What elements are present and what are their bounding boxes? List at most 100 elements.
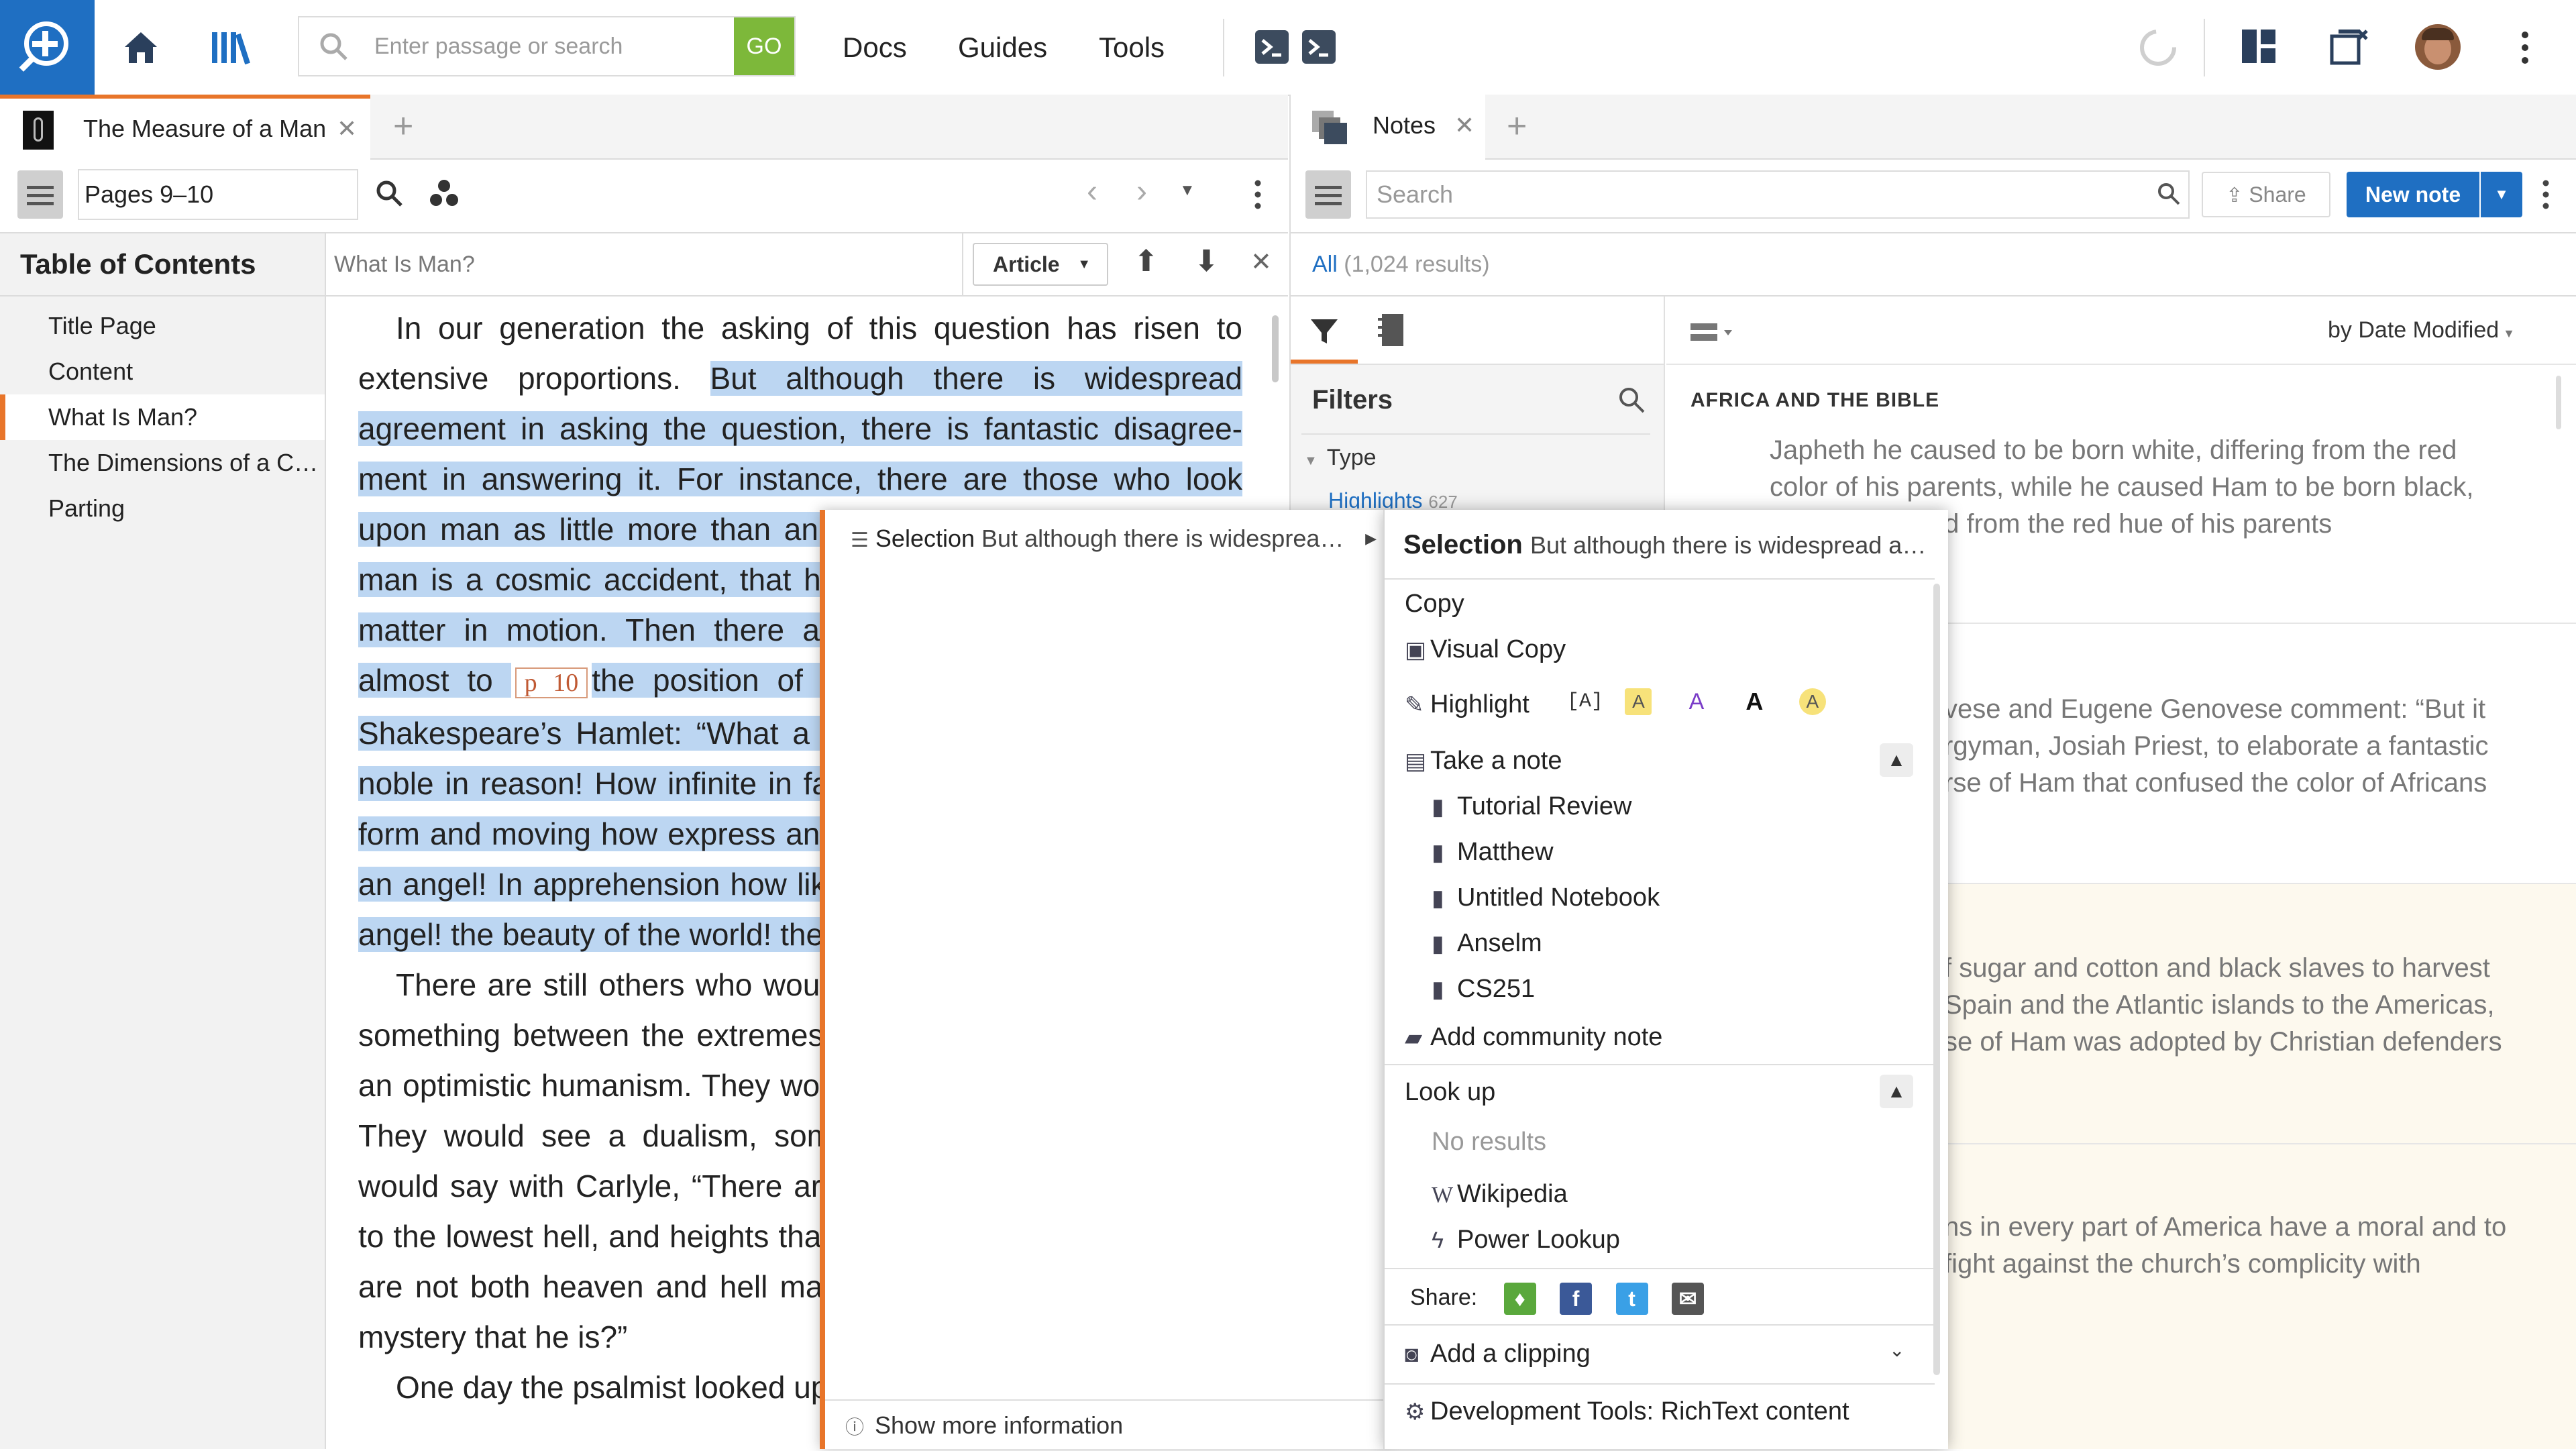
type-filter-group[interactable]: ▼ Type <box>1304 439 1377 480</box>
search-icon[interactable] <box>374 178 404 208</box>
notebook-untitled[interactable]: ▮ Untitled Notebook <box>1432 875 1660 920</box>
facebook-icon[interactable]: f <box>1560 1283 1593 1315</box>
sync-icon[interactable] <box>2137 27 2179 68</box>
reference-input[interactable]: Pages 9–10 <box>78 169 358 220</box>
notes-search-input[interactable]: Search <box>1366 170 2190 219</box>
add-tab-icon[interactable]: + <box>1507 95 1527 158</box>
notebook-label: Matthew <box>1457 838 1554 866</box>
show-more-info-link[interactable]: ⓘ Show more information <box>845 1402 1123 1451</box>
view-mode-icon[interactable] <box>1689 319 1737 346</box>
chevron-up-icon[interactable]: ▲ <box>1880 1075 1913 1108</box>
passage-search-box[interactable]: Enter passage or search GO <box>298 16 796 76</box>
notebook-icon[interactable] <box>1377 313 1406 347</box>
notebook-tutorial-review[interactable]: ▮ Tutorial Review <box>1432 784 1631 829</box>
more-options-icon[interactable] <box>2518 30 2532 66</box>
panel-menu-button[interactable] <box>17 170 63 219</box>
avatar[interactable] <box>2415 24 2461 70</box>
more-options-icon[interactable] <box>2541 178 2551 211</box>
highlight-style-bold[interactable]: A <box>1741 688 1768 715</box>
notebook-anselm[interactable]: ▮ Anselm <box>1432 920 1542 966</box>
filter-icon[interactable] <box>1309 317 1339 346</box>
lookup-no-results: No results <box>1432 1128 1547 1156</box>
toc-item-what-is-man[interactable]: What Is Man? <box>0 394 325 440</box>
tab-notes[interactable]: Notes ✕ <box>1291 95 1485 160</box>
menu-add-community-note[interactable]: ▰ Add community note <box>1405 1014 1662 1060</box>
selection-popup: ☰ Selection But although there is widesp… <box>820 510 1389 1449</box>
close-tab-icon[interactable]: ✕ <box>337 99 357 159</box>
nav-docs[interactable]: Docs <box>843 0 907 95</box>
find-input[interactable]: What Is Man? <box>334 233 475 295</box>
menu-add-clipping[interactable]: ◙ Add a clipping <box>1405 1331 1591 1377</box>
notebook-label: Tutorial Review <box>1457 792 1632 820</box>
library-icon[interactable] <box>209 27 254 67</box>
terminal-icon[interactable] <box>1254 30 1289 64</box>
menu-copy-label: Copy <box>1405 590 1464 618</box>
nav-tools[interactable]: Tools <box>1099 0 1165 95</box>
go-button[interactable]: GO <box>734 17 794 75</box>
notebook-icon: ▮ <box>1432 840 1444 865</box>
panel-menu-icon[interactable] <box>2329 27 2369 67</box>
highlight-style-marker[interactable]: A <box>1799 688 1826 715</box>
menu-dev-tools[interactable]: ⚙ Development Tools: RichText content <box>1405 1389 1849 1434</box>
highlight-style-yellow[interactable]: A <box>1625 688 1652 715</box>
wikipedia-label: Wikipedia <box>1457 1180 1568 1208</box>
menu-copy[interactable]: Copy <box>1405 581 1464 627</box>
close-tab-icon[interactable]: ✕ <box>1454 95 1474 156</box>
previous-match-icon[interactable]: ⬆ <box>1134 244 1159 278</box>
lookup-wikipedia[interactable]: W Wikipedia <box>1432 1171 1568 1217</box>
type-label: Type <box>1326 445 1377 470</box>
tab-measure-of-a-man[interactable]: The Measure of a Man ✕ <box>0 95 370 160</box>
menu-scrollbar[interactable] <box>1933 584 1940 1375</box>
share-button[interactable]: ⇪ Share <box>2202 172 2330 217</box>
menu-dev-tools-label: Development Tools: RichText content <box>1430 1397 1849 1426</box>
lookup-power-lookup[interactable]: ϟ Power Lookup <box>1432 1217 1620 1262</box>
history-dropdown-icon[interactable]: ▼ <box>1179 181 1195 200</box>
panel-menu-button[interactable] <box>1305 170 1351 219</box>
reader-scrollbar[interactable] <box>1272 315 1279 382</box>
close-find-icon[interactable]: ✕ <box>1250 247 1272 277</box>
passage-search-input[interactable]: Enter passage or search <box>374 17 623 75</box>
layouts-icon[interactable] <box>2241 28 2277 64</box>
lightning-icon: ϟ <box>1432 1228 1444 1253</box>
add-tab-icon[interactable]: + <box>393 95 413 158</box>
new-note-button[interactable]: New note <box>2347 172 2479 217</box>
nav-guides[interactable]: Guides <box>958 0 1047 95</box>
back-icon[interactable]: ‹ <box>1087 173 1097 210</box>
highlight-style-purple[interactable]: A <box>1683 688 1710 715</box>
find-mode-select[interactable]: Article ▼ <box>973 243 1108 286</box>
comment-icon: ▰ <box>1405 1025 1423 1051</box>
menu-header: Selection But although there is widespre… <box>1403 519 1933 571</box>
menu-look-up[interactable]: Look up <box>1405 1069 1495 1115</box>
toc-item-parting[interactable]: Parting <box>0 486 325 531</box>
menu-highlight[interactable]: ✎ Highlight <box>1405 682 1529 727</box>
find-mode-value: Article <box>993 252 1060 276</box>
chevron-down-icon[interactable]: ⌄ <box>1889 1339 1904 1361</box>
twitter-icon[interactable]: t <box>1615 1283 1648 1315</box>
chevron-up-icon[interactable]: ▲ <box>1880 743 1913 777</box>
app-logo-icon[interactable] <box>0 0 95 95</box>
menu-visual-copy[interactable]: ▣ Visual Copy <box>1405 627 1566 672</box>
highlight-style-bracket[interactable]: [A] <box>1567 688 1603 715</box>
menu-look-up-label: Look up <box>1405 1078 1496 1106</box>
forward-icon[interactable]: › <box>1136 173 1147 210</box>
home-icon[interactable] <box>121 27 161 67</box>
visual-filters-icon[interactable] <box>428 178 460 208</box>
toc-item-title-page[interactable]: Title Page <box>0 303 325 349</box>
search-icon[interactable] <box>1617 385 1646 415</box>
notebook-cs251[interactable]: ▮ CS251 <box>1432 966 1535 1012</box>
highlights-filter[interactable]: Highlights 627 <box>1328 484 1458 508</box>
all-filter-link[interactable]: All <box>1312 252 1338 277</box>
selection-item[interactable]: ☰ Selection But although there is widesp… <box>825 510 1383 568</box>
notebook-matthew[interactable]: ▮ Matthew <box>1432 829 1554 875</box>
new-note-dropdown-icon[interactable]: ▼ <box>2481 172 2522 217</box>
terminal-icon[interactable] <box>1301 30 1336 64</box>
toc-item-dimensions[interactable]: The Dimensions of a C… <box>0 440 325 486</box>
faithlife-share-icon[interactable]: ♦ <box>1503 1283 1536 1315</box>
email-icon[interactable]: ✉ <box>1672 1283 1704 1315</box>
context-menu: Selection But although there is widespre… <box>1383 510 1948 1449</box>
next-match-icon[interactable]: ⬇ <box>1194 244 1219 278</box>
toc-item-content[interactable]: Content <box>0 349 325 394</box>
menu-take-a-note[interactable]: ▤ Take a note <box>1405 738 1562 784</box>
more-options-icon[interactable] <box>1253 178 1263 211</box>
sort-select[interactable]: by Date Modified ▼ <box>2328 297 2515 367</box>
